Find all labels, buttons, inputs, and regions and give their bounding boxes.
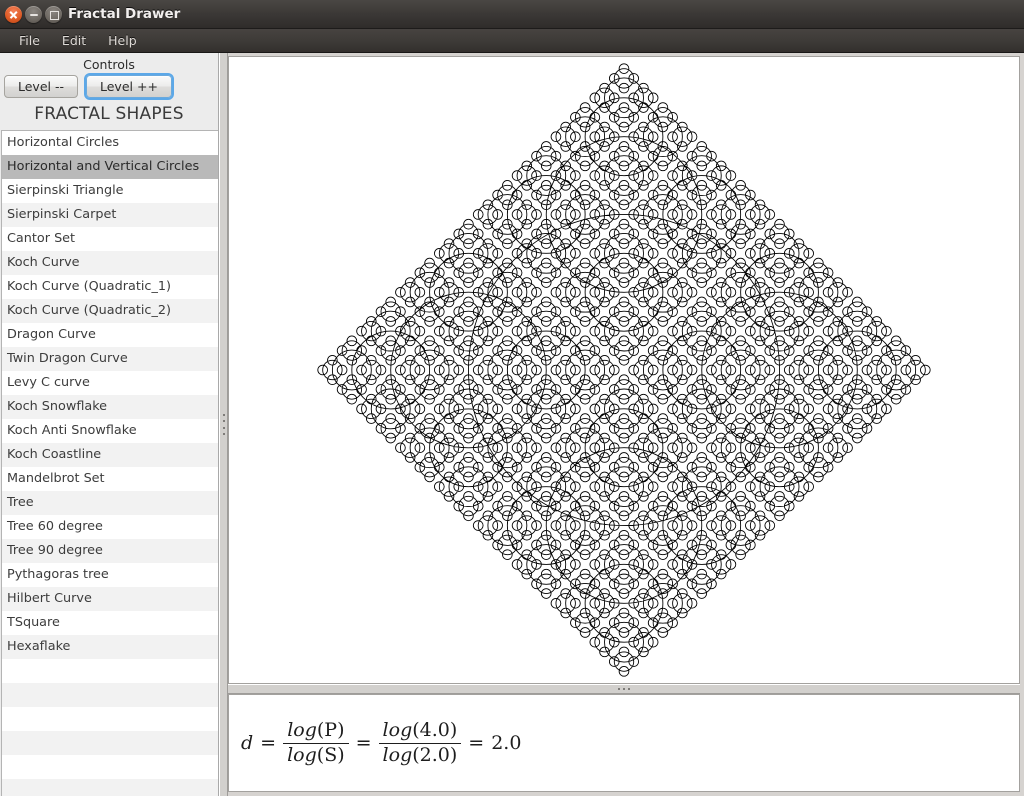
list-item[interactable]: Horizontal and Vertical Circles bbox=[2, 155, 218, 179]
list-item[interactable] bbox=[2, 707, 218, 731]
list-item[interactable]: TSquare bbox=[2, 611, 218, 635]
log-arg: (S) bbox=[316, 743, 345, 766]
fractal-shapes-title: FRACTAL SHAPES bbox=[0, 102, 218, 130]
maximize-icon[interactable] bbox=[45, 5, 62, 23]
list-item[interactable]: Sierpinski Triangle bbox=[2, 179, 218, 203]
level-button-row: Level -- Level ++ bbox=[0, 73, 218, 102]
fractal-shapes-list[interactable]: Horizontal Circles Horizontal and Vertica… bbox=[1, 130, 218, 796]
list-item[interactable]: Horizontal Circles bbox=[2, 131, 218, 155]
formula-fraction-numeric: log(4.0) log(2.0) bbox=[378, 720, 462, 766]
splitter-grip-icon bbox=[222, 413, 225, 436]
menu-item-help[interactable]: Help bbox=[97, 31, 148, 50]
formula-equals-2: = bbox=[355, 732, 372, 754]
log-arg: (P) bbox=[316, 719, 345, 742]
list-item[interactable] bbox=[2, 731, 218, 755]
list-item[interactable]: Mandelbrot Set bbox=[2, 467, 218, 491]
list-item[interactable]: Koch Snowflake bbox=[2, 395, 218, 419]
list-item[interactable] bbox=[2, 659, 218, 683]
list-item[interactable]: Tree bbox=[2, 491, 218, 515]
sidebar: Controls Level -- Level ++ FRACTAL SHAPE… bbox=[0, 53, 219, 796]
dimension-formula: d = log(P) log(S) = log(4.0) log(2.0) = … bbox=[241, 720, 521, 766]
formula-panel: d = log(P) log(S) = log(4.0) log(2.0) = … bbox=[228, 694, 1020, 792]
log-arg: (4.0) bbox=[412, 719, 458, 742]
menu-bar: File Edit Help bbox=[0, 29, 1024, 53]
formula-numerator-2: log(4.0) bbox=[379, 720, 462, 742]
vertical-splitter[interactable] bbox=[219, 53, 228, 796]
fractal-canvas[interactable] bbox=[228, 56, 1020, 684]
list-item[interactable]: Dragon Curve bbox=[2, 323, 218, 347]
list-item[interactable] bbox=[2, 755, 218, 779]
fractal-drawing bbox=[317, 63, 931, 677]
right-pane: d = log(P) log(S) = log(4.0) log(2.0) = … bbox=[228, 53, 1024, 796]
list-item[interactable]: Koch Curve bbox=[2, 251, 218, 275]
list-item[interactable]: Pythagoras tree bbox=[2, 563, 218, 587]
menu-item-edit[interactable]: Edit bbox=[51, 31, 97, 50]
level-down-button[interactable]: Level -- bbox=[4, 75, 78, 98]
list-item[interactable]: Hilbert Curve bbox=[2, 587, 218, 611]
minimize-icon[interactable] bbox=[25, 5, 42, 23]
level-up-button[interactable]: Level ++ bbox=[84, 73, 174, 100]
formula-fraction-symbolic: log(P) log(S) bbox=[283, 720, 349, 766]
list-item[interactable] bbox=[2, 779, 218, 796]
formula-result: 2.0 bbox=[491, 732, 522, 754]
fractal-circles bbox=[317, 63, 931, 677]
list-item[interactable]: Levy C curve bbox=[2, 371, 218, 395]
list-item[interactable]: Tree 60 degree bbox=[2, 515, 218, 539]
main-content: Controls Level -- Level ++ FRACTAL SHAPE… bbox=[0, 53, 1024, 796]
formula-equals-3: = bbox=[468, 732, 485, 754]
title-bar: Fractal Drawer bbox=[0, 0, 1024, 29]
formula-denominator-1: log(S) bbox=[283, 742, 349, 766]
menu-item-file[interactable]: File bbox=[8, 31, 51, 50]
app-window: Fractal Drawer File Edit Help Controls L… bbox=[0, 0, 1024, 796]
log-arg: (2.0) bbox=[412, 743, 458, 766]
list-item[interactable]: Hexaflake bbox=[2, 635, 218, 659]
controls-label: Controls bbox=[0, 53, 218, 74]
log-label: log bbox=[287, 719, 317, 742]
formula-denominator-2: log(2.0) bbox=[378, 742, 462, 766]
log-label: log bbox=[382, 743, 413, 766]
horizontal-splitter[interactable] bbox=[228, 684, 1020, 694]
list-item[interactable]: Cantor Set bbox=[2, 227, 218, 251]
formula-numerator-1: log(P) bbox=[283, 720, 348, 742]
list-item[interactable]: Koch Anti Snowflake bbox=[2, 419, 218, 443]
list-item[interactable]: Sierpinski Carpet bbox=[2, 203, 218, 227]
splitter-grip-icon-horizontal bbox=[618, 688, 630, 690]
formula-variable-d: d bbox=[241, 732, 254, 754]
log-label: log bbox=[287, 743, 317, 766]
list-item[interactable] bbox=[2, 683, 218, 707]
window-controls bbox=[0, 5, 62, 23]
list-item[interactable]: Koch Curve (Quadratic_2) bbox=[2, 299, 218, 323]
log-label: log bbox=[382, 719, 413, 742]
list-item[interactable]: Koch Curve (Quadratic_1) bbox=[2, 275, 218, 299]
list-item[interactable]: Tree 90 degree bbox=[2, 539, 218, 563]
close-icon[interactable] bbox=[5, 5, 22, 23]
formula-equals-1: = bbox=[260, 732, 277, 754]
window-title: Fractal Drawer bbox=[68, 6, 181, 22]
list-item[interactable]: Koch Coastline bbox=[2, 443, 218, 467]
list-item[interactable]: Twin Dragon Curve bbox=[2, 347, 218, 371]
